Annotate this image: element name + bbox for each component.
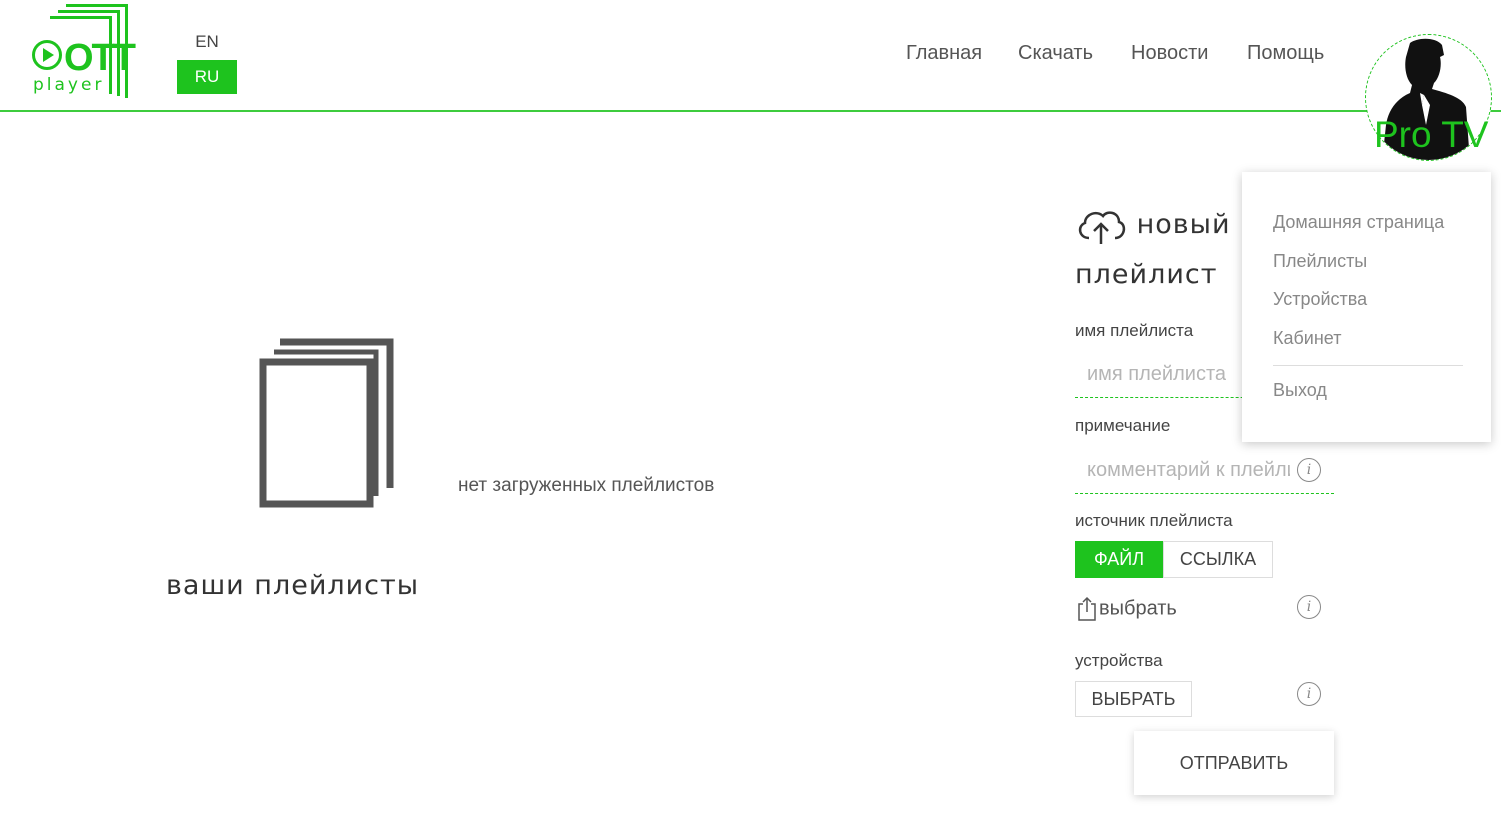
nav-home[interactable]: Главная: [906, 42, 982, 65]
ott-player-logo[interactable]: OTT player: [28, 4, 136, 102]
choose-file-label: выбрать: [1099, 597, 1177, 620]
menu-item-playlists[interactable]: Плейлисты: [1273, 251, 1367, 272]
playlists-heading: ваши плейлисты: [166, 570, 420, 601]
nav-download[interactable]: Скачать: [1018, 42, 1093, 65]
language-switcher: EN RU: [177, 28, 237, 94]
playlist-source-toggle: ФАЙЛ ССЫЛКА: [1075, 541, 1273, 578]
menu-item-logout[interactable]: Выход: [1273, 380, 1327, 401]
source-link-button[interactable]: ССЫЛКА: [1163, 541, 1273, 578]
note-label: примечание: [1075, 416, 1171, 435]
user-name: Pro TV: [1374, 114, 1489, 155]
playlist-name-label: имя плейлиста: [1075, 321, 1194, 340]
submit-button[interactable]: ОТПРАВИТЬ: [1134, 731, 1334, 795]
empty-playlists-message: нет загруженных плейлистов: [458, 475, 715, 496]
note-info-icon[interactable]: i: [1297, 458, 1321, 482]
language-option-en[interactable]: EN: [177, 28, 237, 56]
choose-file-info-icon[interactable]: i: [1297, 595, 1321, 619]
devices-info-icon[interactable]: i: [1297, 682, 1321, 706]
menu-item-account[interactable]: Кабинет: [1273, 328, 1341, 349]
new-playlist-title-line1: новый: [1136, 209, 1231, 240]
menu-item-devices[interactable]: Устройства: [1273, 289, 1367, 310]
note-input[interactable]: [1075, 450, 1290, 490]
choose-file-button[interactable]: выбрать: [1077, 596, 1177, 622]
user-dropdown-menu: Домашняя страница Плейлисты Устройства К…: [1242, 172, 1491, 442]
share-upload-icon: [1078, 596, 1096, 621]
nav-news[interactable]: Новости: [1131, 42, 1208, 65]
documents-icon: [259, 338, 394, 508]
menu-item-home[interactable]: Домашняя страница: [1273, 212, 1444, 233]
cloud-upload-icon: [1078, 210, 1126, 244]
new-playlist-title-line2: плейлист: [1075, 259, 1218, 290]
language-option-ru[interactable]: RU: [177, 60, 237, 94]
choose-devices-button[interactable]: ВЫБРАТЬ: [1075, 681, 1192, 717]
logo-text: OTT: [64, 37, 136, 79]
menu-divider: [1273, 365, 1463, 366]
logo-subtext: player: [33, 75, 105, 95]
playlist-source-label: источник плейлиста: [1075, 511, 1233, 530]
play-icon: [32, 40, 62, 70]
source-file-button[interactable]: ФАЙЛ: [1075, 541, 1163, 578]
note-field: [1075, 450, 1334, 494]
devices-label: устройства: [1075, 651, 1163, 670]
nav-help[interactable]: Помощь: [1247, 42, 1324, 65]
header: OTT player EN RU Главная Скачать Новости…: [0, 0, 1501, 112]
